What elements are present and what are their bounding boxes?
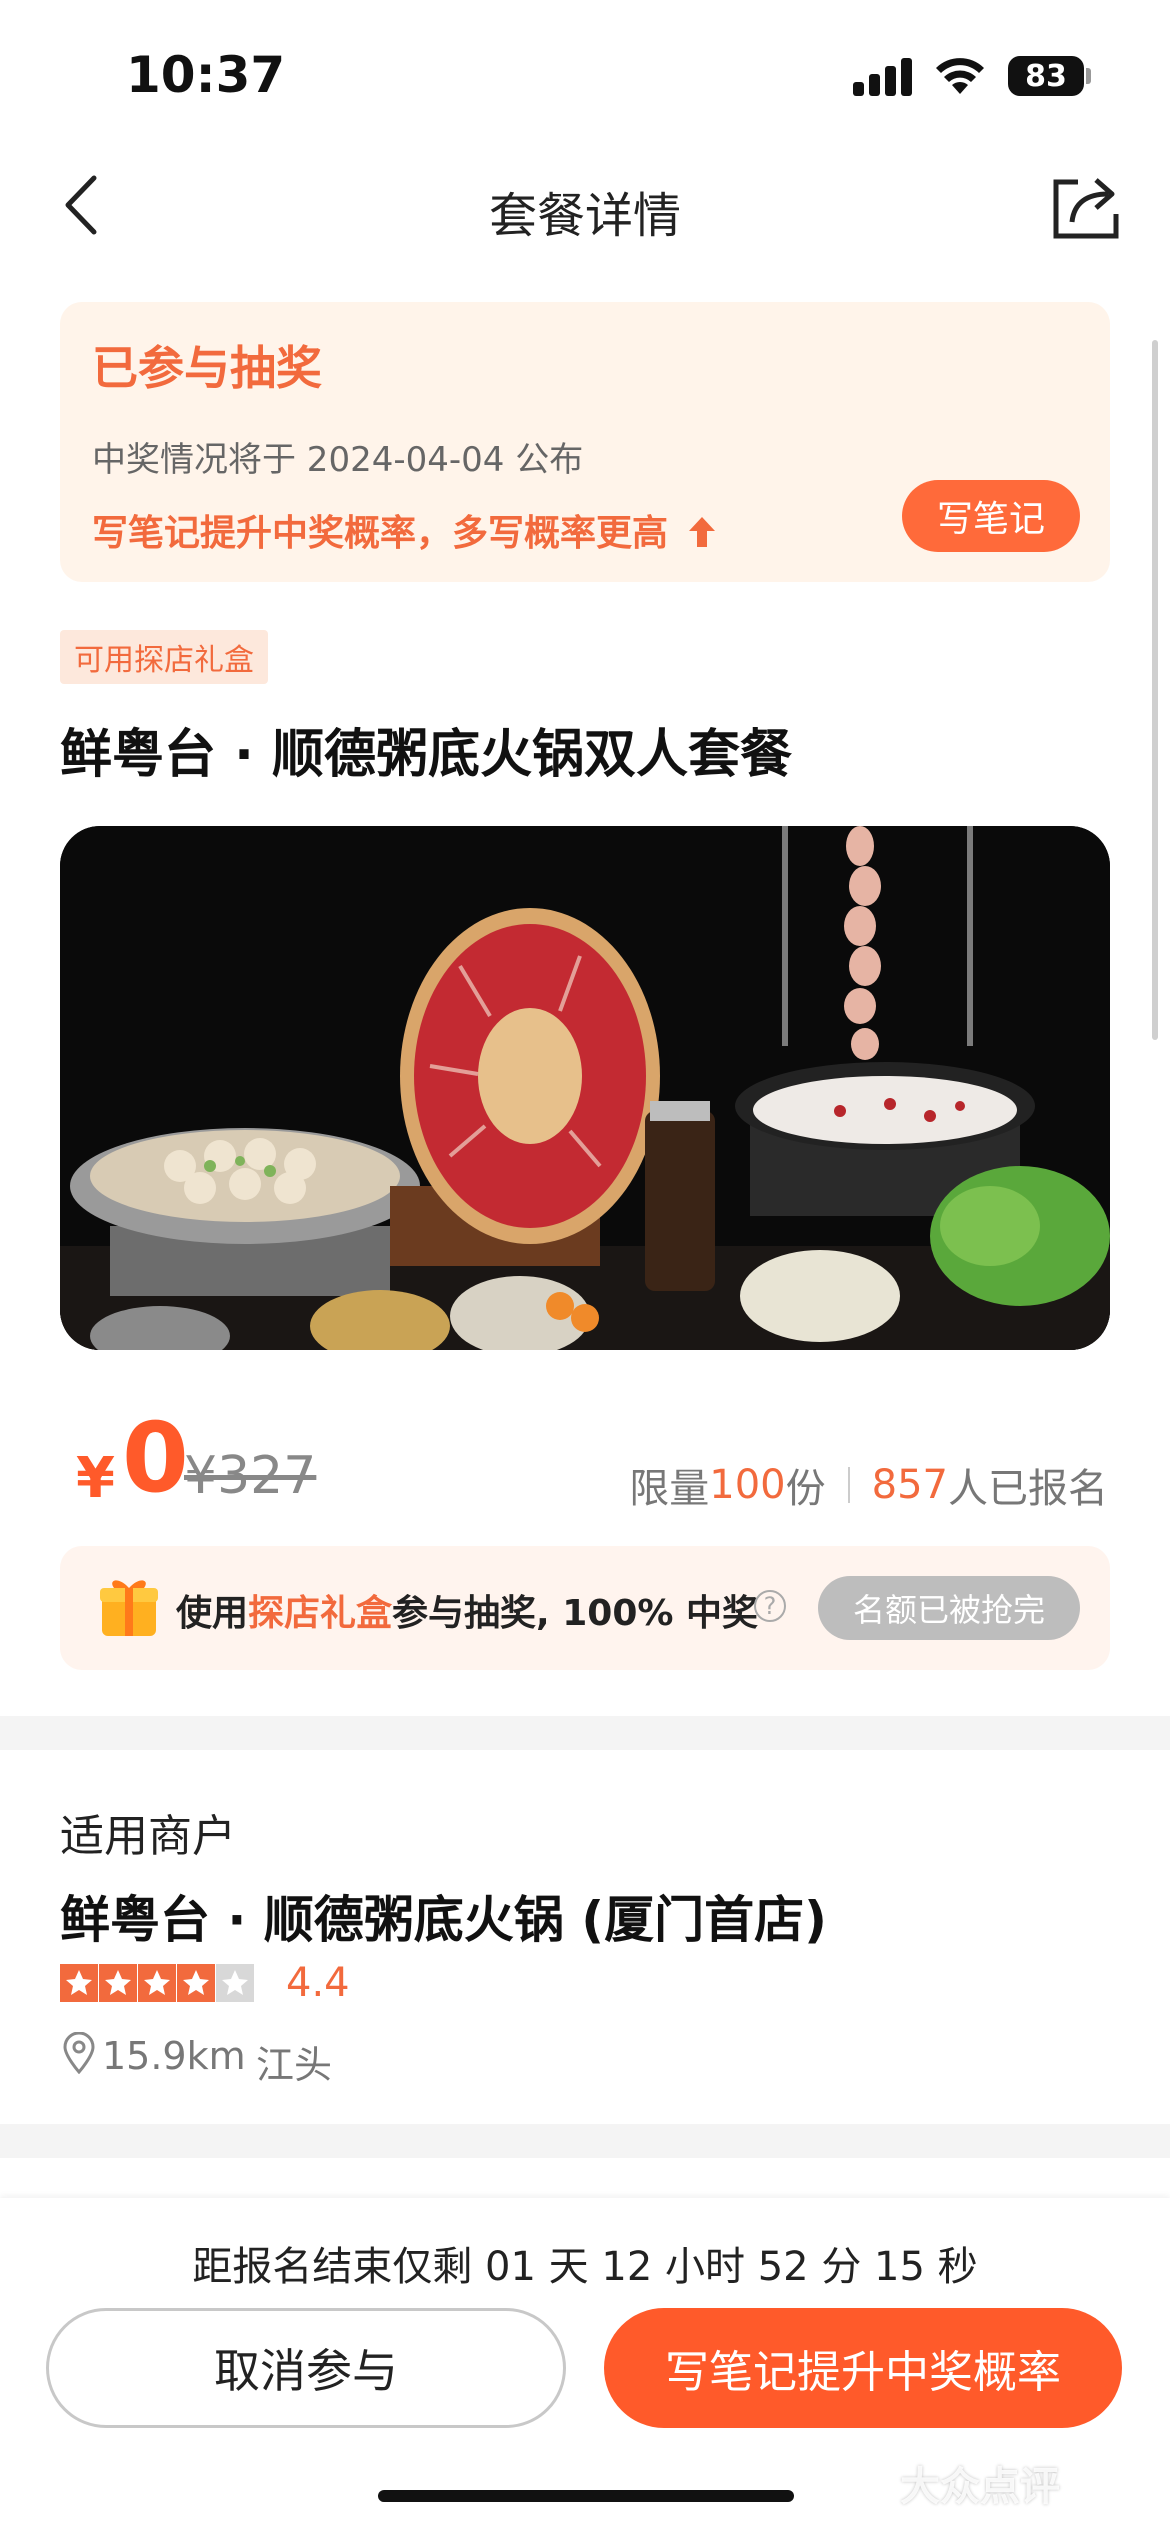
section-divider <box>0 1716 1170 1750</box>
cancel-participation-button[interactable]: 取消参与 <box>46 2308 566 2428</box>
arrow-up-icon <box>688 517 715 547</box>
quota-suffix: 份 <box>785 1466 826 1512</box>
wifi-icon <box>936 58 984 94</box>
star-icon <box>60 1964 98 2002</box>
cellular-signal-icon <box>853 56 915 96</box>
signup-countdown: 距报名结束仅剩 01 天 12 小时 52 分 15 秒 <box>192 2244 978 2290</box>
merchant-name[interactable]: 鲜粤台 · 顺德粥底火锅 (厦门首店) <box>60 1880 827 1952</box>
watermark: 大众点评 <box>900 2464 1060 2510</box>
deal-title: 鲜粤台 · 顺德粥底火锅双人套餐 <box>60 725 792 785</box>
gift-text-suffix: 参与抽奖, 100% 中奖 <box>392 1593 758 1634</box>
star-icon <box>138 1964 176 2002</box>
merchant-section-label: 适用商户 <box>60 1811 236 1862</box>
rating-score: 4.4 <box>286 1960 350 2006</box>
write-note-boost-button[interactable]: 写笔记提升中奖概率 <box>604 2308 1122 2428</box>
star-rating <box>60 1964 255 2002</box>
signup-count: 857 <box>871 1462 948 1508</box>
signup-suffix: 人已报名 <box>948 1466 1108 1512</box>
share-icon[interactable] <box>1048 168 1124 244</box>
gift-text-prefix: 使用 <box>176 1593 249 1634</box>
lottery-title: 已参与抽奖 <box>92 341 322 395</box>
write-note-button[interactable]: 写笔记 <box>902 480 1080 552</box>
star-empty-icon <box>216 1964 254 2002</box>
star-icon <box>99 1964 137 2002</box>
section-divider <box>0 2124 1170 2158</box>
gift-box-tag: 可用探店礼盒 <box>60 630 268 684</box>
battery-cap <box>1086 68 1091 84</box>
lottery-tip: 写笔记提升中奖概率，多写概率更高 <box>92 504 717 556</box>
help-icon[interactable]: ? <box>754 1590 786 1622</box>
lottery-tip-text: 写笔记提升中奖概率，多写概率更高 <box>92 513 669 554</box>
page-title: 套餐详情 <box>488 188 681 244</box>
gift-icon <box>100 1580 158 1636</box>
scrollbar[interactable] <box>1152 340 1158 1040</box>
quota-separator <box>847 1467 850 1503</box>
home-indicator[interactable] <box>378 2490 794 2502</box>
hotpot-illustration <box>60 826 1110 1350</box>
lottery-status-card: 已参与抽奖 中奖情况将于 2024-04-04 公布 写笔记提升中奖概率，多写概… <box>60 302 1110 582</box>
original-price: ¥327 <box>184 1446 317 1506</box>
sold-out-button[interactable]: 名额已被抢完 <box>818 1576 1080 1640</box>
merchant-area: 江头 <box>256 2043 333 2087</box>
gift-box-bar: 使用探店礼盒参与抽奖, 100% 中奖 ? 名额已被抢完 <box>60 1546 1110 1670</box>
lottery-announce-date: 中奖情况将于 2024-04-04 公布 <box>92 440 584 480</box>
gift-text-highlight: 探店礼盒 <box>248 1593 393 1634</box>
distance: 15.9km <box>102 2034 246 2078</box>
price-currency: ¥ <box>76 1446 115 1511</box>
location-pin-icon <box>63 2032 95 2074</box>
quota-number: 100 <box>709 1462 786 1508</box>
star-icon <box>177 1964 215 2002</box>
quota-info: 限量 100 份 857 人已报名 <box>629 1456 1108 1514</box>
status-time: 10:37 <box>126 46 286 104</box>
gift-box-text: 使用探店礼盒参与抽奖, 100% 中奖 <box>176 1584 758 1636</box>
battery-icon: 83 <box>1008 56 1084 96</box>
current-price: 0 <box>122 1402 189 1514</box>
deal-photo[interactable] <box>60 826 1110 1350</box>
quota-prefix: 限量 <box>629 1466 710 1512</box>
